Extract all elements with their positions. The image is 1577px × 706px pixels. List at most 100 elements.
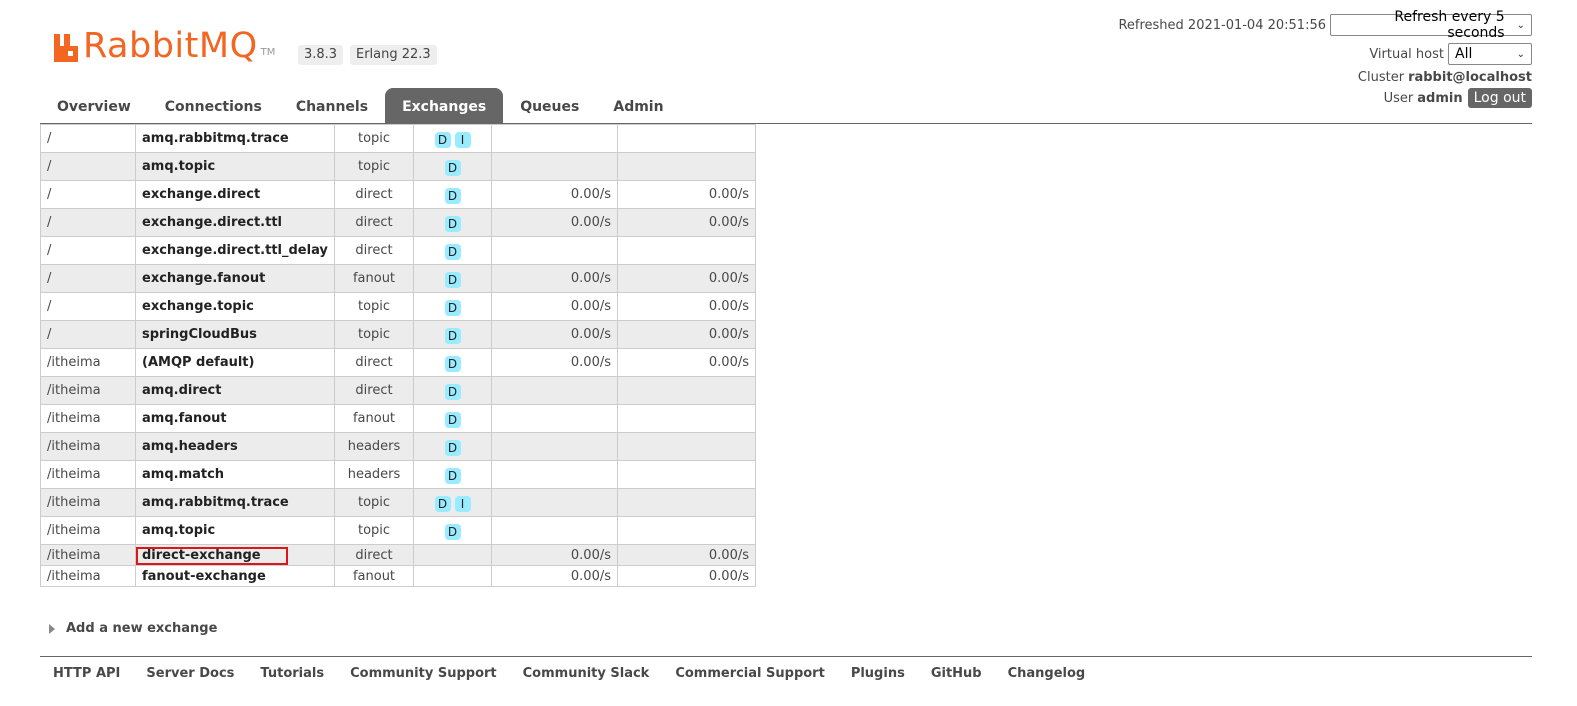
cell-message-rate-out: 0.00/s bbox=[617, 348, 756, 377]
footer-divider bbox=[40, 656, 1532, 657]
rabbitmq-logo[interactable]: RabbitMQ TM bbox=[52, 24, 275, 64]
tab-overview[interactable]: Overview bbox=[40, 88, 148, 123]
exchange-name-link[interactable]: exchange.direct.ttl bbox=[142, 215, 282, 230]
tab-exchanges[interactable]: Exchanges bbox=[385, 88, 504, 123]
table-row: / amq.rabbitmq.trace topic D I bbox=[40, 124, 756, 153]
exchange-name-link-highlighted[interactable]: direct-exchange bbox=[136, 546, 288, 565]
footer-link-http-api[interactable]: HTTP API bbox=[40, 666, 133, 681]
tab-connections[interactable]: Connections bbox=[148, 88, 279, 123]
exchange-name-link[interactable]: amq.rabbitmq.trace bbox=[142, 495, 289, 510]
cell-virtual-host: /itheima bbox=[40, 348, 136, 377]
virtual-host-value: All bbox=[1455, 46, 1473, 62]
exchange-name-link[interactable]: amq.fanout bbox=[142, 411, 227, 426]
tab-admin[interactable]: Admin bbox=[596, 88, 680, 123]
cell-virtual-host: / bbox=[40, 320, 136, 349]
cell-message-rate-in bbox=[491, 488, 618, 517]
cell-virtual-host: /itheima bbox=[40, 432, 136, 461]
cluster-name: rabbit@localhost bbox=[1408, 70, 1532, 85]
table-row: /itheima direct-exchange direct 0.00/s 0.00/… bbox=[40, 544, 756, 566]
cell-virtual-host: /itheima bbox=[40, 460, 136, 489]
cell-message-rate-out: 0.00/s bbox=[617, 264, 756, 293]
logo-trademark: TM bbox=[260, 47, 276, 58]
cell-exchange-type: topic bbox=[334, 292, 414, 321]
cell-message-rate-out: 0.00/s bbox=[617, 565, 756, 587]
refresh-interval-value: Refresh every 5 seconds bbox=[1394, 9, 1505, 41]
exchange-name-link[interactable]: exchange.direct bbox=[142, 187, 260, 202]
header-status-panel: Refreshed 2021-01-04 20:51:56 Refresh ev… bbox=[1118, 9, 1532, 108]
footer-link-commercial-support[interactable]: Commercial Support bbox=[662, 666, 838, 681]
cell-exchange-name: exchange.topic bbox=[135, 292, 335, 321]
virtual-host-select[interactable]: All ⌄ bbox=[1448, 43, 1532, 65]
cell-virtual-host: /itheima bbox=[40, 404, 136, 433]
exchange-name-link[interactable]: amq.topic bbox=[142, 523, 215, 538]
logout-button[interactable]: Log out bbox=[1467, 88, 1532, 108]
cell-features bbox=[413, 544, 492, 566]
table-row: / exchange.direct direct D 0.00/s 0.00/s bbox=[40, 180, 756, 209]
tab-channels[interactable]: Channels bbox=[279, 88, 385, 123]
add-exchange-label: Add a new exchange bbox=[66, 621, 218, 636]
user-name: admin bbox=[1417, 90, 1463, 106]
durable-badge: D bbox=[444, 188, 461, 204]
cell-features: D bbox=[413, 236, 492, 265]
cell-message-rate-in bbox=[491, 516, 618, 545]
exchange-name-link[interactable]: amq.direct bbox=[142, 383, 221, 398]
footer-link-server-docs[interactable]: Server Docs bbox=[133, 666, 247, 681]
exchanges-table: / amq.rabbitmq.trace topic D I / amq.topic topi… bbox=[40, 124, 756, 587]
cell-message-rate-out: 0.00/s bbox=[617, 320, 756, 349]
add-exchange-toggle[interactable]: Add a new exchange bbox=[49, 621, 217, 636]
table-row: /itheima amq.headers headers D bbox=[40, 432, 756, 461]
cell-features: D bbox=[413, 460, 492, 489]
internal-badge: I bbox=[454, 496, 471, 512]
footer-link-tutorials[interactable]: Tutorials bbox=[247, 666, 337, 681]
chevron-down-icon: ⌄ bbox=[1516, 19, 1525, 31]
cell-exchange-name: amq.direct bbox=[135, 376, 335, 405]
durable-badge: D bbox=[444, 216, 461, 232]
exchange-name-link[interactable]: fanout-exchange bbox=[142, 569, 266, 584]
cell-exchange-name: direct-exchange bbox=[135, 544, 335, 566]
exchange-name-link[interactable]: amq.topic bbox=[142, 159, 215, 174]
footer-link-community-support[interactable]: Community Support bbox=[337, 666, 510, 681]
cell-exchange-type: topic bbox=[334, 320, 414, 349]
durable-badge: D bbox=[444, 300, 461, 316]
table-row: /itheima fanout-exchange fanout 0.00/s 0.00/… bbox=[40, 565, 756, 587]
footer-link-plugins[interactable]: Plugins bbox=[838, 666, 918, 681]
footer-link-github[interactable]: GitHub bbox=[918, 666, 995, 681]
refreshed-timestamp: Refreshed 2021-01-04 20:51:56 bbox=[1118, 17, 1326, 33]
cell-message-rate-in bbox=[491, 404, 618, 433]
footer-link-changelog[interactable]: Changelog bbox=[995, 666, 1099, 681]
durable-badge: D bbox=[444, 328, 461, 344]
cell-features: DI bbox=[413, 488, 492, 517]
exchange-name-link[interactable]: amq.match bbox=[142, 467, 224, 482]
cell-features: D bbox=[413, 376, 492, 405]
exchange-name-link[interactable]: exchange.direct.ttl_delay bbox=[142, 243, 328, 258]
refresh-interval-select[interactable]: Refresh every 5 seconds ⌄ bbox=[1330, 9, 1532, 41]
exchange-name-link[interactable]: exchange.topic bbox=[142, 299, 254, 314]
expand-triangle-icon bbox=[49, 623, 55, 634]
cell-exchange-name: exchange.direct bbox=[135, 180, 335, 209]
rabbitmq-logo-icon bbox=[54, 34, 78, 62]
cluster-label: Cluster bbox=[1357, 70, 1405, 85]
cell-virtual-host: / bbox=[40, 124, 136, 153]
cell-message-rate-in bbox=[491, 376, 618, 405]
cell-virtual-host: /itheima bbox=[40, 565, 136, 587]
cell-message-rate-out bbox=[617, 404, 756, 433]
tab-queues[interactable]: Queues bbox=[503, 88, 596, 123]
cell-exchange-name: amq.rabbitmq.trace bbox=[135, 488, 335, 517]
table-row: /itheima amq.topic topic D bbox=[40, 516, 756, 545]
cell-features: D bbox=[413, 320, 492, 349]
cell-virtual-host: / bbox=[40, 264, 136, 293]
table-row: /itheima amq.fanout fanout D bbox=[40, 404, 756, 433]
cell-message-rate-in bbox=[491, 432, 618, 461]
exchange-name-link[interactable]: springCloudBus bbox=[142, 327, 257, 342]
cell-exchange-type: direct bbox=[334, 208, 414, 237]
exchange-name-link[interactable]: amq.rabbitmq.trace bbox=[142, 131, 289, 146]
cell-message-rate-in: 0.00/s bbox=[491, 320, 618, 349]
cell-exchange-type: topic bbox=[334, 152, 414, 181]
cell-message-rate-out bbox=[617, 152, 756, 181]
exchange-name-link[interactable]: amq.headers bbox=[142, 439, 238, 454]
footer-link-community-slack[interactable]: Community Slack bbox=[510, 666, 663, 681]
cell-virtual-host: /itheima bbox=[40, 516, 136, 545]
durable-badge: D bbox=[434, 496, 451, 512]
exchange-name-link[interactable]: exchange.fanout bbox=[142, 271, 265, 286]
exchange-name-link[interactable]: (AMQP default) bbox=[142, 355, 254, 370]
